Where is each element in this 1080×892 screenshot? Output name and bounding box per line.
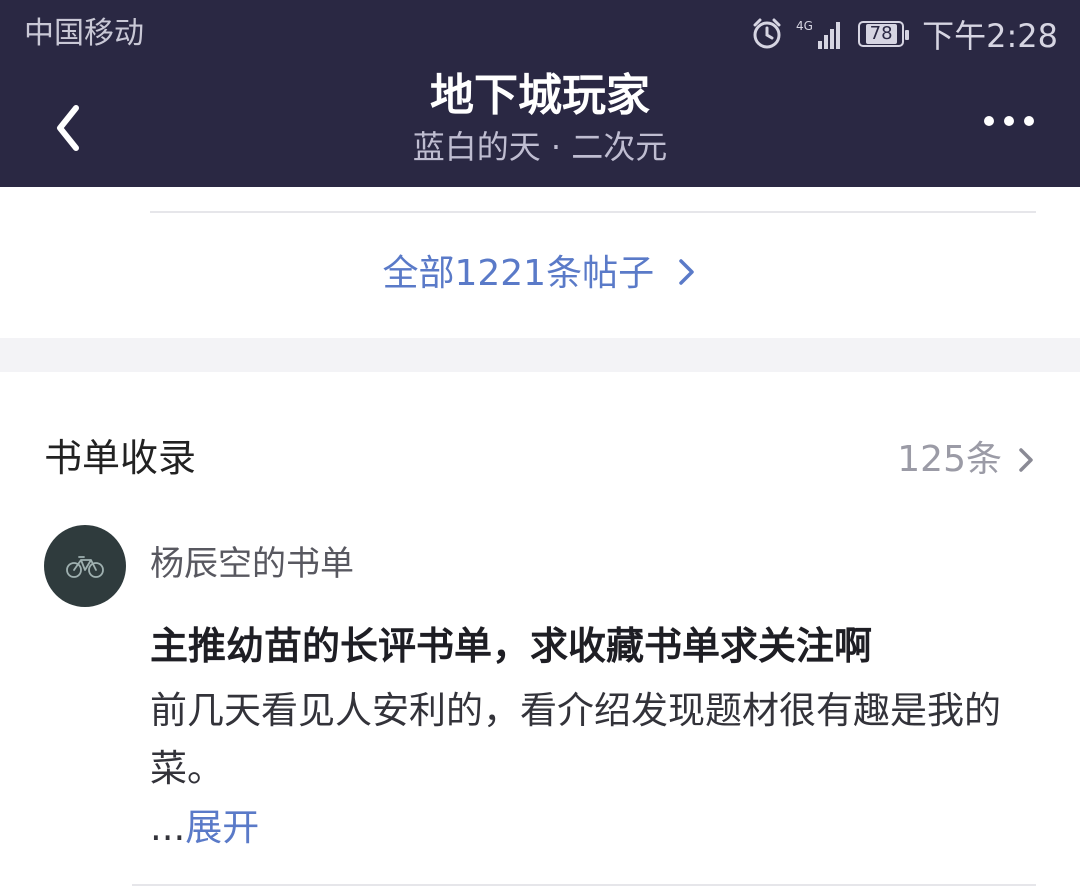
- booklist-description: 前几天看见人安利的，看介绍发现题材很有趣是我的菜。: [150, 689, 1001, 790]
- battery-level: 78: [865, 24, 897, 44]
- more-dots-icon[interactable]: [984, 116, 1034, 126]
- status-carrier: 中国移动: [24, 16, 144, 51]
- ellipsis: ...: [150, 806, 186, 849]
- network-type: 4G: [796, 19, 813, 33]
- bicycle-icon: [66, 556, 104, 578]
- page-subtitle: 蓝白的天 · 二次元: [412, 128, 668, 166]
- booklist-headline[interactable]: 主推幼苗的长评书单，求收藏书单求关注啊: [150, 618, 872, 674]
- all-posts-label: 全部1221条帖子: [382, 253, 655, 294]
- expand-row: ...展开: [150, 800, 259, 856]
- chevron-right-icon: [1019, 448, 1033, 472]
- header-title-block: 地下城玩家 蓝白的天 · 二次元: [0, 70, 1080, 168]
- signal-icon: 4G: [796, 19, 841, 49]
- section-separator: [0, 338, 1080, 372]
- alarm-icon: [753, 18, 781, 49]
- divider: [150, 211, 1036, 213]
- page-title: 地下城玩家: [430, 70, 650, 121]
- battery-icon: 78: [858, 21, 910, 47]
- all-posts-link[interactable]: 全部1221条帖子: [0, 248, 1080, 300]
- status-bar-right: 4G 78 下午2:28: [750, 12, 1058, 56]
- expand-link[interactable]: 展开: [185, 806, 259, 849]
- app-header: 中国移动 4G 78 下午2:28 地下城玩家 蓝白的天 · 二次元: [0, 0, 1080, 187]
- booklist-count: 125条: [897, 439, 1002, 480]
- status-time: 下午2:28: [922, 17, 1058, 55]
- divider: [132, 884, 1036, 886]
- section-title: 书单收录: [44, 436, 197, 480]
- avatar[interactable]: [44, 525, 126, 607]
- booklist-count-link[interactable]: 125条: [897, 432, 1036, 488]
- chevron-right-icon: [678, 259, 694, 285]
- booklist-author-name[interactable]: 杨辰空的书单: [150, 540, 354, 588]
